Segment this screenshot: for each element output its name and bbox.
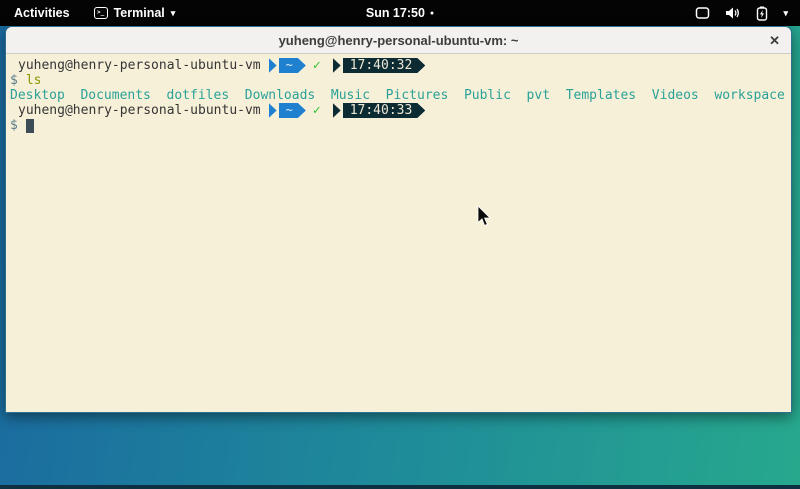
mouse-pointer-icon [477,206,491,232]
ls-output-line: Desktop Documents dotfiles Downloads Mus… [10,88,787,103]
prompt-user-host: yuheng@henry-personal-ubuntu-vm [10,103,261,118]
window-titlebar[interactable]: yuheng@henry-personal-ubuntu-vm: ~ ✕ [6,27,791,54]
system-status-menu[interactable]: ▾ [695,6,800,21]
status-check-icon: ✓ [313,58,321,73]
powerline-arrow-icon [269,58,277,73]
window-title: yuheng@henry-personal-ubuntu-vm: ~ [279,33,519,48]
top-bar-left: Activities >_ Terminal ▾ [0,6,175,20]
volume-icon [725,6,741,20]
app-menu[interactable]: >_ Terminal ▾ [94,6,176,20]
input-line: $ [10,118,787,133]
top-bar: Activities >_ Terminal ▾ Sun 17:50 ● [0,0,800,26]
prompt-cwd-segment: ~ [279,103,306,118]
activities-button[interactable]: Activities [10,6,74,20]
prompt-time-segment: 17:40:32 [343,58,426,73]
close-button[interactable]: ✕ [769,27,780,54]
powerline-arrow-icon [333,103,341,118]
clock-label: Sun 17:50 [366,6,425,20]
prompt-symbol: $ [10,73,18,88]
terminal-content[interactable]: yuheng@henry-personal-ubuntu-vm ~ ✓ 17:4… [6,54,791,133]
battery-charging-icon [756,6,768,21]
prompt-symbol: $ [10,118,18,133]
terminal-window: yuheng@henry-personal-ubuntu-vm: ~ ✕ yuh… [5,26,792,413]
text-cursor [26,119,34,133]
desktop: { "top_bar": { "activities_label": "Acti… [0,0,800,489]
clock-menu[interactable]: Sun 17:50 ● [366,0,434,26]
prompt-cwd-segment: ~ [279,58,306,73]
command-line: $ ls [10,73,787,88]
command-text: ls [26,73,42,88]
prompt-time-segment: 17:40:33 [343,103,426,118]
desktop-bottom-strip [0,485,800,489]
prompt-user-host: yuheng@henry-personal-ubuntu-vm [10,58,261,73]
terminal-icon: >_ [94,7,108,19]
chevron-down-icon: ▾ [783,9,788,18]
notification-dot-icon: ● [430,10,434,17]
powerline-arrow-icon [333,58,341,73]
status-check-icon: ✓ [313,103,321,118]
prompt-line: yuheng@henry-personal-ubuntu-vm ~ ✓ 17:4… [10,58,787,73]
app-menu-label: Terminal [114,6,165,20]
display-icon [695,6,710,20]
powerline-arrow-icon [269,103,277,118]
chevron-down-icon: ▾ [171,9,176,18]
prompt-line: yuheng@henry-personal-ubuntu-vm ~ ✓ 17:4… [10,103,787,118]
ls-output: Desktop Documents dotfiles Downloads Mus… [10,88,785,103]
